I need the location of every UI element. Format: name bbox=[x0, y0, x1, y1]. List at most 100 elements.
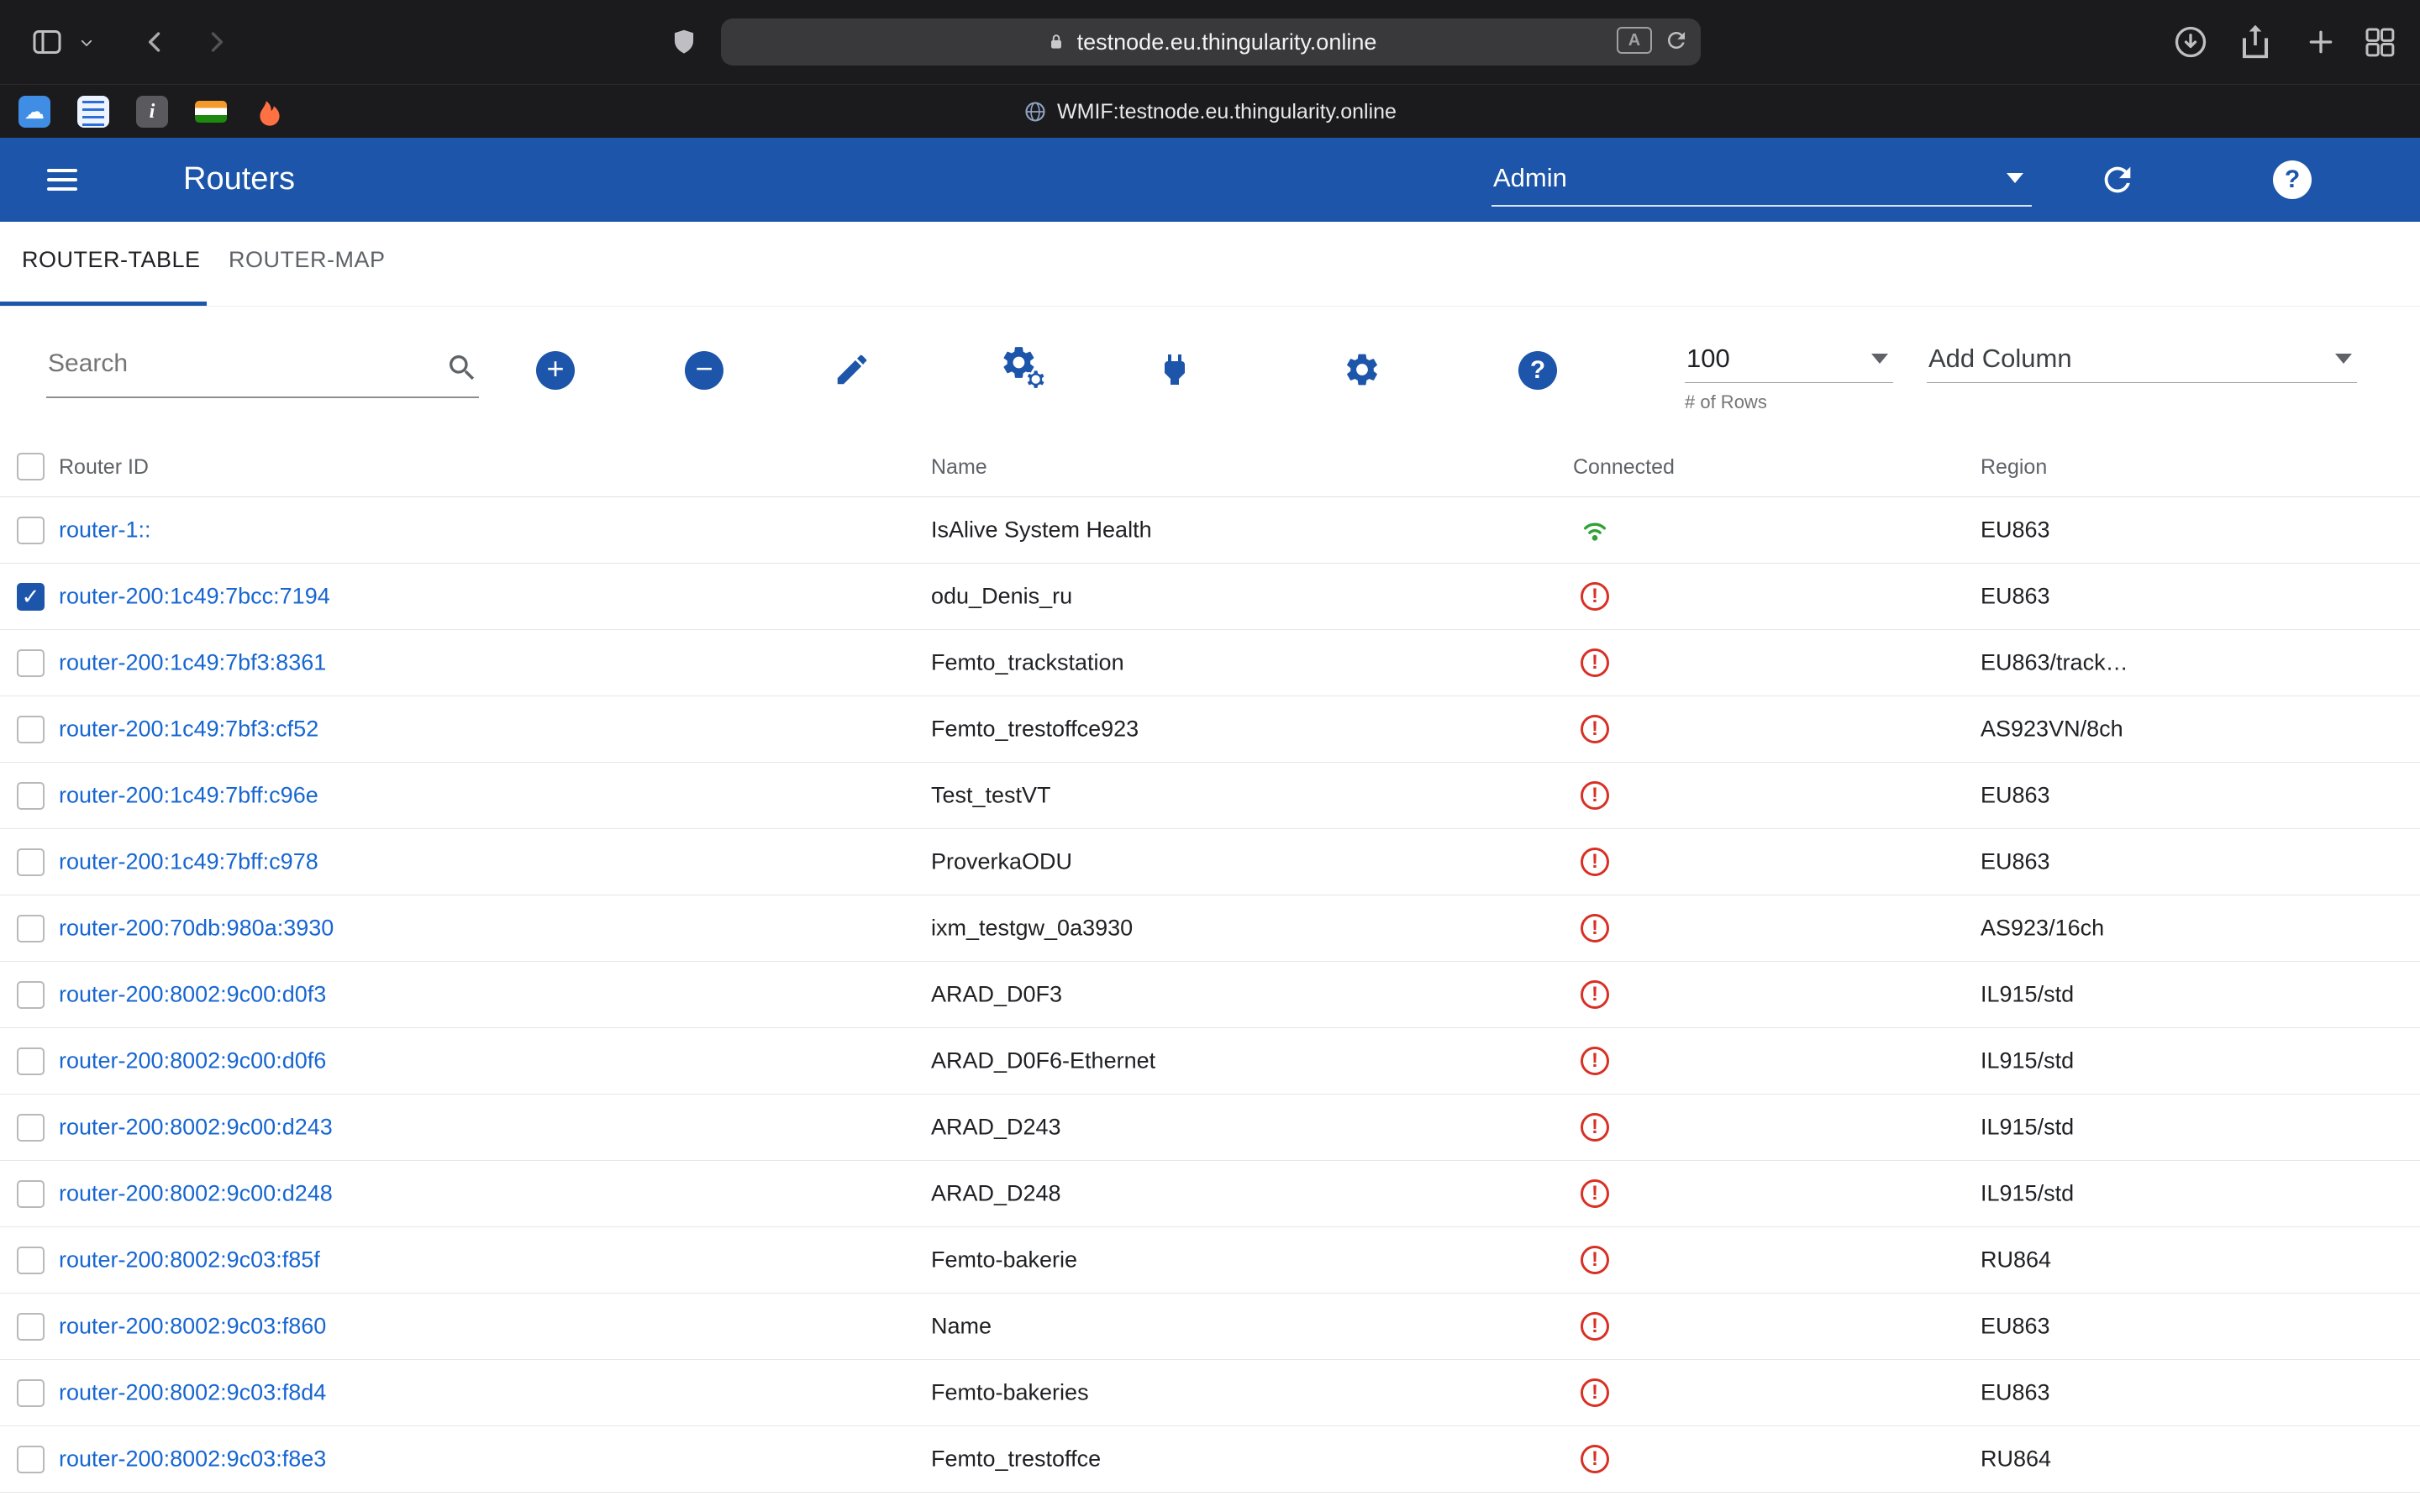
router-region: RU864 bbox=[1981, 1446, 2051, 1473]
router-id-link[interactable]: router-200:8002:9c03:f8e3 bbox=[59, 1446, 326, 1473]
row-checkbox[interactable] bbox=[17, 1313, 45, 1341]
connected-cell bbox=[1578, 712, 1612, 746]
router-id-link[interactable]: router-200:1c49:7bff:c978 bbox=[59, 849, 318, 875]
connection-error-icon bbox=[1581, 715, 1609, 743]
add-router-button[interactable] bbox=[536, 351, 575, 390]
table-row: router-200:8002:9c00:d248 ARAD_D248 IL91… bbox=[0, 1161, 2420, 1227]
search-input[interactable] bbox=[48, 349, 418, 378]
router-id-link[interactable]: router-200:8002:9c03:f860 bbox=[59, 1314, 326, 1340]
row-checkbox[interactable] bbox=[17, 915, 45, 942]
active-bookmark[interactable]: WMIF:testnode.eu.thingularity.online bbox=[0, 85, 2420, 139]
tab-router-table[interactable]: ROUTER-TABLE bbox=[22, 247, 201, 273]
column-header-region: Region bbox=[1981, 455, 2047, 480]
router-id-link[interactable]: router-200:1c49:7bf3:cf52 bbox=[59, 717, 318, 743]
router-region: RU864 bbox=[1981, 1247, 2051, 1273]
row-checkbox[interactable] bbox=[17, 716, 45, 743]
row-checkbox[interactable] bbox=[17, 649, 45, 677]
connection-error-icon bbox=[1581, 848, 1609, 876]
share-icon[interactable] bbox=[2237, 20, 2274, 62]
connected-cell bbox=[1578, 580, 1612, 613]
rows-per-page-caption: # of Rows bbox=[1685, 391, 1893, 413]
router-region: IL915/std bbox=[1981, 1181, 2074, 1207]
active-tab-underline bbox=[0, 302, 207, 306]
address-bar[interactable]: testnode.eu.thingularity.online A bbox=[721, 18, 1701, 66]
row-checkbox[interactable] bbox=[17, 1047, 45, 1075]
tab-router-map[interactable]: ROUTER-MAP bbox=[229, 247, 386, 273]
new-tab-icon[interactable] bbox=[2304, 25, 2338, 59]
remove-router-button[interactable] bbox=[685, 351, 723, 390]
row-checkbox[interactable] bbox=[17, 517, 45, 544]
router-id-link[interactable]: router-200:8002:9c00:d248 bbox=[59, 1181, 333, 1207]
router-region: AS923/16ch bbox=[1981, 916, 2104, 942]
row-checkbox[interactable] bbox=[17, 1446, 45, 1473]
table-row: router-1:: IsAlive System Health EU863 bbox=[0, 497, 2420, 564]
row-checkbox[interactable] bbox=[17, 1180, 45, 1208]
router-id-link[interactable]: router-200:8002:9c00:d0f6 bbox=[59, 1048, 326, 1074]
user-role-value: Admin bbox=[1493, 163, 1567, 193]
router-id-link[interactable]: router-200:70db:980a:3930 bbox=[59, 916, 334, 942]
add-column-label: Add Column bbox=[1928, 344, 2072, 374]
column-header-connected: Connected bbox=[1573, 455, 1675, 480]
translate-icon[interactable]: A bbox=[1617, 27, 1652, 54]
row-checkbox[interactable] bbox=[17, 782, 45, 810]
sidebar-menu-chevron-icon[interactable] bbox=[77, 35, 96, 50]
connected-cell bbox=[1578, 1177, 1612, 1210]
row-checkbox[interactable] bbox=[17, 1379, 45, 1407]
edit-button-icon[interactable] bbox=[833, 350, 871, 389]
search-icon[interactable] bbox=[445, 351, 479, 385]
table-row: router-200:8002:9c03:f860 Name EU863 bbox=[0, 1294, 2420, 1360]
forward-button-icon[interactable] bbox=[202, 24, 230, 60]
connection-error-icon bbox=[1581, 1246, 1609, 1274]
router-region: EU863/track… bbox=[1981, 650, 2128, 676]
app-header: Routers Admin bbox=[0, 138, 2420, 222]
connected-cell bbox=[1578, 646, 1612, 680]
downloads-icon[interactable] bbox=[2172, 24, 2209, 60]
tab-overview-icon[interactable] bbox=[2363, 25, 2396, 59]
router-id-link[interactable]: router-200:8002:9c03:f85f bbox=[59, 1247, 320, 1273]
router-name: ixm_testgw_0a3930 bbox=[931, 916, 1133, 942]
router-name: IsAlive System Health bbox=[931, 517, 1152, 543]
screen: testnode.eu.thingularity.online A bbox=[0, 0, 2420, 1512]
reload-icon[interactable] bbox=[1664, 28, 1689, 53]
router-id-link[interactable]: router-200:1c49:7bff:c96e bbox=[59, 783, 318, 809]
refresh-button-icon[interactable] bbox=[2098, 160, 2137, 199]
router-id-link[interactable]: router-200:8002:9c03:f8d4 bbox=[59, 1380, 326, 1406]
services-gears-icon[interactable] bbox=[1002, 346, 1050, 393]
column-header-name: Name bbox=[931, 455, 987, 480]
router-region: EU863 bbox=[1981, 783, 2050, 809]
privacy-shield-icon[interactable] bbox=[668, 25, 700, 59]
row-checkbox[interactable] bbox=[17, 1247, 45, 1274]
router-name: Femto-bakeries bbox=[931, 1380, 1089, 1406]
rows-per-page-select[interactable]: 100 bbox=[1685, 334, 1893, 383]
table-row: router-200:70db:980a:3930 ixm_testgw_0a3… bbox=[0, 895, 2420, 962]
back-button-icon[interactable] bbox=[141, 24, 170, 60]
table-help-button[interactable] bbox=[1518, 351, 1557, 390]
row-checkbox[interactable] bbox=[17, 583, 45, 611]
row-checkbox[interactable] bbox=[17, 848, 45, 876]
select-all-checkbox[interactable] bbox=[17, 453, 45, 480]
router-table-body: router-1:: IsAlive System Health EU863 r… bbox=[0, 497, 2420, 1493]
help-button[interactable] bbox=[2273, 160, 2312, 199]
router-name: ARAD_D0F3 bbox=[931, 982, 1062, 1008]
connection-error-icon bbox=[1581, 1378, 1609, 1407]
connected-cell bbox=[1578, 779, 1612, 812]
menu-hamburger-icon[interactable] bbox=[47, 165, 77, 194]
router-id-link[interactable]: router-200:8002:9c00:d0f3 bbox=[59, 982, 326, 1008]
add-column-select[interactable]: Add Column bbox=[1927, 334, 2357, 383]
connected-cell bbox=[1578, 513, 1612, 547]
connect-plug-icon[interactable] bbox=[1155, 349, 1195, 390]
router-region: EU863 bbox=[1981, 849, 2050, 875]
user-role-select[interactable]: Admin bbox=[1491, 151, 2032, 207]
sidebar-toggle-icon[interactable] bbox=[30, 25, 64, 59]
router-id-link[interactable]: router-200:8002:9c00:d243 bbox=[59, 1115, 333, 1141]
router-region: IL915/std bbox=[1981, 1115, 2074, 1141]
router-id-link[interactable]: router-200:1c49:7bcc:7194 bbox=[59, 584, 330, 610]
router-id-link[interactable]: router-1:: bbox=[59, 517, 151, 543]
row-checkbox[interactable] bbox=[17, 981, 45, 1009]
connected-cell bbox=[1578, 1376, 1612, 1410]
connected-cell bbox=[1578, 1243, 1612, 1277]
row-checkbox[interactable] bbox=[17, 1114, 45, 1142]
table-row: router-200:8002:9c00:d243 ARAD_D243 IL91… bbox=[0, 1095, 2420, 1161]
router-id-link[interactable]: router-200:1c49:7bf3:8361 bbox=[59, 650, 326, 676]
settings-gear-icon[interactable] bbox=[1343, 350, 1381, 389]
